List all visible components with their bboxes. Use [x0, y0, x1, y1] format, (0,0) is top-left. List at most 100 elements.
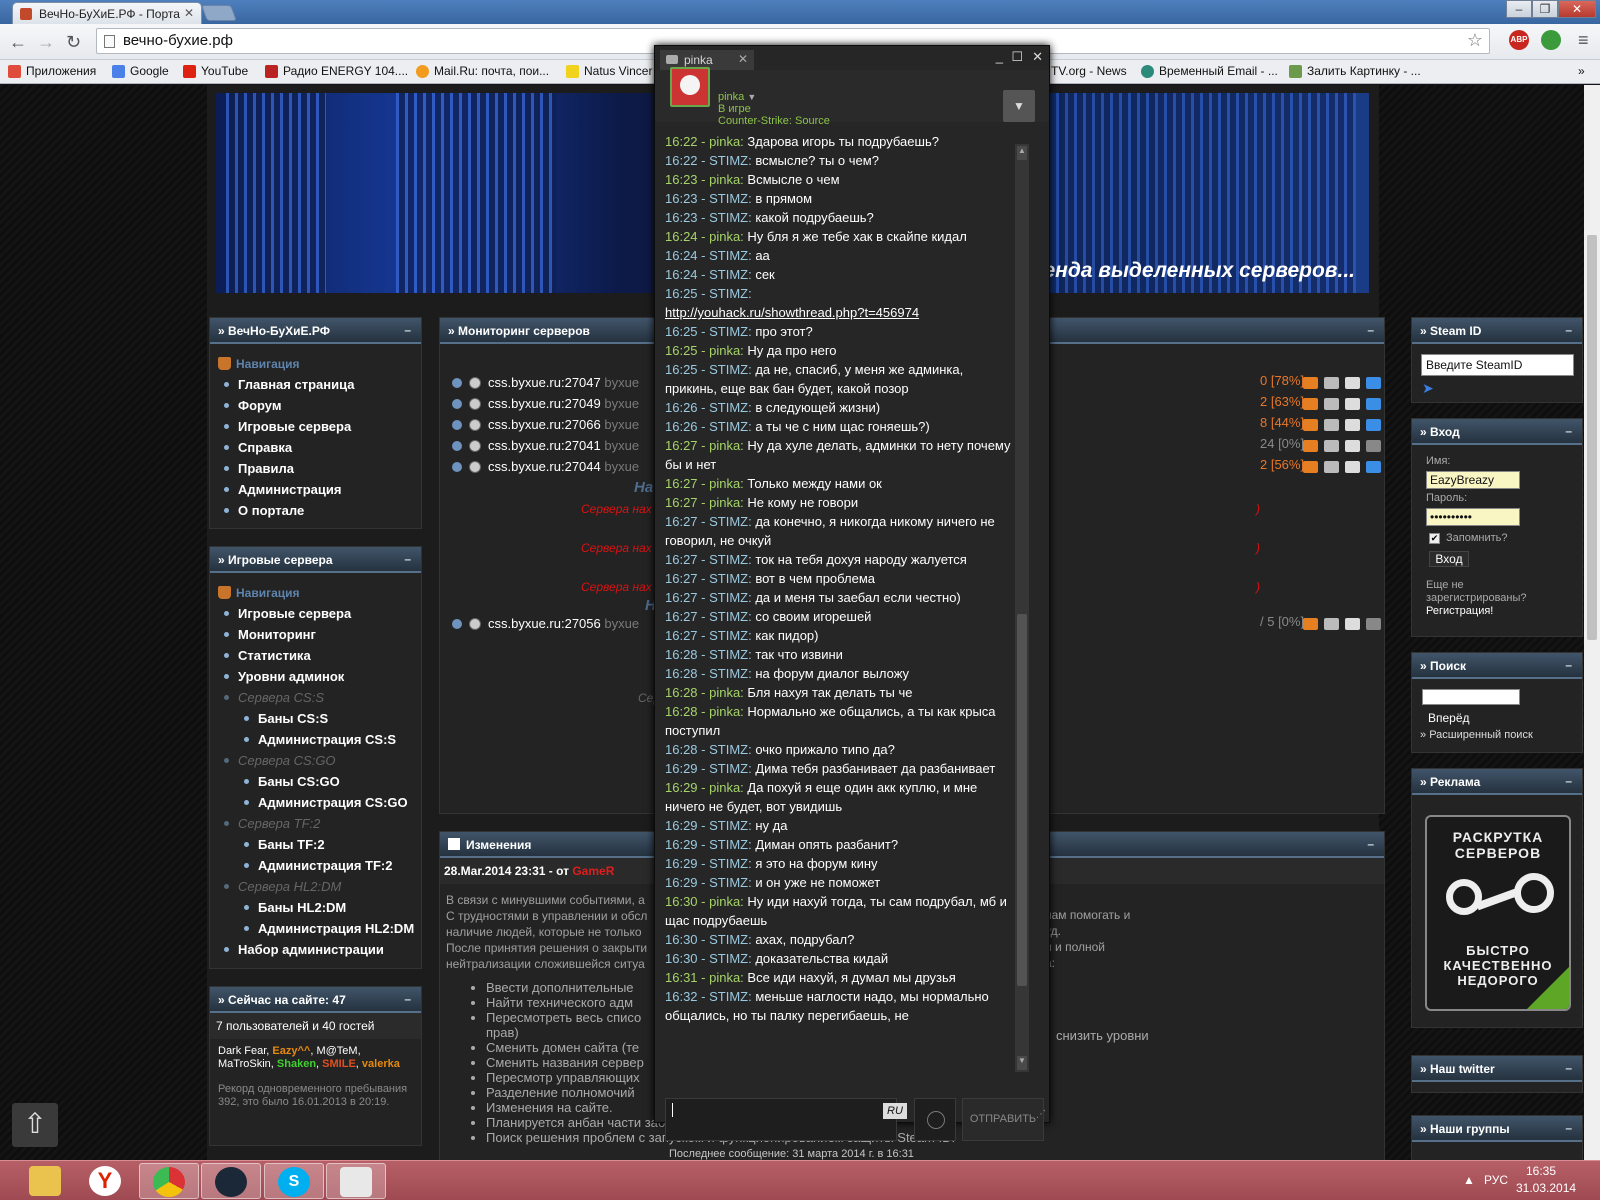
- nav-sublink[interactable]: Администрация CS:GO: [210, 792, 421, 813]
- submit-arrow-icon[interactable]: ➤: [1422, 380, 1434, 397]
- block-header[interactable]: » Сейчас на сайте: 47–: [210, 987, 421, 1013]
- taskbar-chrome[interactable]: [139, 1163, 199, 1199]
- join-server-icon[interactable]: [1303, 461, 1318, 473]
- nav-link[interactable]: Форум: [210, 395, 421, 416]
- extension-icon[interactable]: [1541, 30, 1561, 50]
- bookmark-natus-vincere[interactable]: Natus Vincer: [566, 64, 654, 78]
- nav-link[interactable]: Игровые сервера: [210, 416, 421, 437]
- browser-tab[interactable]: ВечНо-БуХиЕ.РФ - Порта ✕: [12, 2, 202, 24]
- restore-window-button[interactable]: ❐: [1532, 0, 1558, 18]
- connect-icon[interactable]: [1345, 618, 1360, 630]
- server-address[interactable]: css.byxue.ru:27041: [488, 438, 604, 453]
- message-sender[interactable]: pinka:: [709, 172, 747, 187]
- collapse-icon[interactable]: –: [1367, 837, 1374, 851]
- info-icon[interactable]: [1324, 377, 1339, 389]
- block-header[interactable]: » Игровые сервера –: [210, 547, 421, 573]
- message-sender[interactable]: pinka:: [709, 894, 747, 909]
- message-sender[interactable]: STIMZ:: [709, 628, 755, 643]
- back-icon[interactable]: ←: [9, 32, 27, 53]
- nav-link[interactable]: Статистика: [210, 645, 421, 666]
- status-icon[interactable]: [1366, 461, 1381, 473]
- nav-sublink[interactable]: Администрация HL2:DM: [210, 918, 421, 939]
- chat-title-bar[interactable]: pinka ✕ _ ☐ ✕: [655, 46, 1049, 70]
- message-sender[interactable]: STIMZ:: [709, 856, 755, 871]
- more-bookmarks-icon[interactable]: »: [1578, 64, 1585, 78]
- connect-icon[interactable]: [1345, 377, 1360, 389]
- minimize-icon[interactable]: _: [996, 49, 1003, 64]
- block-header[interactable]: » Вход –: [1412, 419, 1582, 445]
- collapse-icon[interactable]: –: [1565, 774, 1572, 788]
- collapse-icon[interactable]: –: [1565, 1121, 1572, 1135]
- scroll-down-icon[interactable]: ▼: [1017, 1056, 1027, 1070]
- message-sender[interactable]: pinka:: [709, 780, 747, 795]
- block-header[interactable]: » ВечНо-БуХиЕ.РФ –: [210, 318, 421, 344]
- message-sender[interactable]: pinka:: [709, 685, 747, 700]
- status-icon[interactable]: [1366, 419, 1381, 431]
- connect-icon[interactable]: [1345, 440, 1360, 452]
- remember-checkbox[interactable]: ✔: [1429, 533, 1440, 544]
- message-sender[interactable]: STIMZ:: [709, 647, 755, 662]
- collapse-icon[interactable]: –: [404, 323, 411, 337]
- online-user[interactable]: MaTroSkin: [218, 1058, 271, 1070]
- chat-menu-button[interactable]: ▼: [1003, 90, 1035, 122]
- message-sender[interactable]: STIMZ:: [709, 609, 755, 624]
- connect-icon[interactable]: [1345, 461, 1360, 473]
- maximize-icon[interactable]: ☐: [1011, 49, 1023, 65]
- nav-link[interactable]: Администрация: [210, 479, 421, 500]
- message-sender[interactable]: pinka:: [709, 495, 747, 510]
- server-row[interactable]: css.byxue.ru:27049 byxue: [452, 394, 639, 414]
- taskbar-yandex[interactable]: Y: [76, 1163, 136, 1199]
- collapse-icon[interactable]: –: [1367, 323, 1374, 337]
- emoticon-button[interactable]: [914, 1098, 956, 1141]
- message-sender[interactable]: STIMZ:: [709, 267, 755, 282]
- message-sender[interactable]: STIMZ:: [709, 552, 755, 567]
- server-row[interactable]: css.byxue.ru:27041 byxue: [452, 436, 639, 456]
- message-sender[interactable]: STIMZ:: [709, 400, 755, 415]
- close-icon[interactable]: ✕: [1032, 49, 1043, 65]
- username-field[interactable]: EazyBreazy: [1426, 471, 1520, 489]
- password-field[interactable]: ••••••••••: [1426, 508, 1520, 526]
- taskbar-steam[interactable]: [201, 1163, 261, 1199]
- status-icon[interactable]: [1366, 618, 1381, 630]
- nav-link[interactable]: Игровые сервера: [210, 603, 421, 624]
- message-sender[interactable]: STIMZ:: [709, 324, 755, 339]
- message-sender[interactable]: STIMZ:: [709, 590, 755, 605]
- info-icon[interactable]: [1324, 398, 1339, 410]
- block-header[interactable]: » Наш twitter –: [1412, 1056, 1582, 1082]
- nav-sublink[interactable]: Администрация TF:2: [210, 855, 421, 876]
- online-user[interactable]: Shaken: [277, 1058, 316, 1070]
- server-row[interactable]: css.byxue.ru:27044 byxue: [452, 457, 639, 477]
- chat-message-input[interactable]: [665, 1098, 897, 1141]
- block-header[interactable]: » Реклама –: [1412, 769, 1582, 795]
- bookmark-google[interactable]: Google: [112, 64, 169, 78]
- online-user[interactable]: SMILE: [322, 1058, 356, 1070]
- message-sender[interactable]: STIMZ:: [709, 571, 755, 586]
- message-sender[interactable]: STIMZ:: [709, 742, 755, 757]
- status-icon[interactable]: [1366, 440, 1381, 452]
- message-sender[interactable]: STIMZ:: [709, 951, 755, 966]
- join-server-icon[interactable]: [1303, 377, 1318, 389]
- message-sender[interactable]: STIMZ:: [709, 362, 755, 377]
- nav-link[interactable]: О портале: [210, 500, 421, 521]
- login-button[interactable]: Вход: [1429, 551, 1469, 567]
- nav-link[interactable]: Справка: [210, 437, 421, 458]
- message-sender[interactable]: STIMZ:: [709, 761, 755, 776]
- nav-sublink[interactable]: Баны TF:2: [210, 834, 421, 855]
- bookmark-radio-energy[interactable]: Радио ENERGY 104....: [265, 64, 408, 78]
- resize-grip-icon[interactable]: ⋰: [1036, 1109, 1046, 1120]
- taskbar-counter-strike[interactable]: [326, 1163, 386, 1199]
- info-icon[interactable]: [1324, 440, 1339, 452]
- message-sender[interactable]: STIMZ:: [709, 932, 755, 947]
- message-sender[interactable]: STIMZ:: [709, 989, 755, 1004]
- collapse-icon[interactable]: –: [404, 552, 411, 566]
- server-row[interactable]: css.byxue.ru:27056 byxue: [452, 614, 639, 634]
- nav-sublink[interactable]: Баны HL2:DM: [210, 897, 421, 918]
- message-sender[interactable]: STIMZ:: [709, 514, 755, 529]
- nav-group[interactable]: Сервера TF:2: [210, 813, 421, 834]
- message-sender[interactable]: pinka:: [709, 476, 747, 491]
- chat-scrollbar[interactable]: ▲ ▼: [1015, 144, 1029, 1072]
- bookmark-mailru[interactable]: Mail.Ru: почта, пои...: [416, 64, 549, 78]
- message-sender[interactable]: pinka:: [709, 970, 747, 985]
- reload-icon[interactable]: ↻: [66, 32, 81, 53]
- scroll-to-top-icon[interactable]: ⇧: [12, 1103, 58, 1147]
